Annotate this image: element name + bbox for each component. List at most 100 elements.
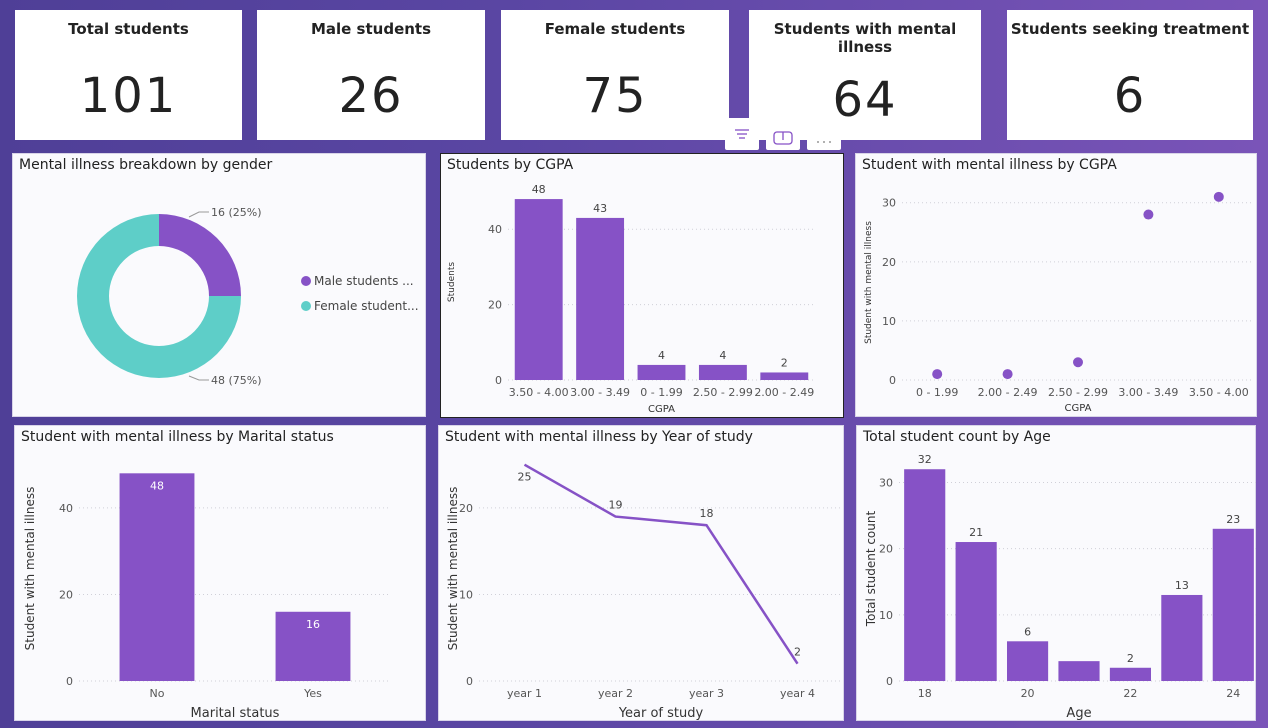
line-chart-panel-year[interactable]: Student with mental illness by Year of s… xyxy=(438,425,844,721)
focus-mode-button[interactable] xyxy=(766,118,800,150)
y-tick-label: 40 xyxy=(59,502,73,515)
data-label: 2 xyxy=(1127,652,1134,665)
x-axis-label: CGPA xyxy=(648,404,675,415)
x-tick-label: 0 - 1.99 xyxy=(640,386,682,399)
x-axis-label: Age xyxy=(1066,706,1091,721)
data-label: 2 xyxy=(781,356,788,369)
x-tick-label: year 4 xyxy=(780,687,815,700)
x-axis-label: CGPA xyxy=(1065,403,1092,414)
bar xyxy=(119,473,195,681)
kpi-card-total-students[interactable]: Total students 101 xyxy=(15,10,242,140)
more-options-button[interactable] xyxy=(807,118,841,150)
kpi-value: 75 xyxy=(582,68,648,124)
x-axis-label: Year of study xyxy=(618,706,704,721)
donut-chart: 16 (25%) 48 (75%) Male students ... Female … xyxy=(77,206,419,387)
kpi-label: Female students xyxy=(544,20,686,38)
bar xyxy=(698,364,747,380)
legend-label: Male students ... xyxy=(314,274,414,288)
x-tick-label: 22 xyxy=(1123,687,1137,700)
legend-marker xyxy=(301,301,311,311)
bar-chart: 0 10 20 30 Total student count Age 18 20 22 24 32 2… xyxy=(864,453,1257,721)
x-tick-label: 3.50 - 4.00 xyxy=(1189,386,1249,399)
data-label: 4 xyxy=(719,349,726,362)
series-line xyxy=(523,463,799,665)
scatter-point xyxy=(932,369,943,380)
data-label: 16 xyxy=(306,618,320,631)
x-tick-label: 18 xyxy=(918,687,932,700)
bar xyxy=(904,469,946,681)
x-tick-label: 20 xyxy=(1021,687,1035,700)
x-tick-label: 2.50 - 2.99 xyxy=(693,386,753,399)
data-label: 4 xyxy=(658,349,665,362)
bar xyxy=(1212,528,1254,681)
bar xyxy=(1161,594,1203,681)
donut-slice xyxy=(159,214,241,296)
y-tick-label: 20 xyxy=(882,256,896,269)
kpi-value: 26 xyxy=(338,68,404,124)
data-label: 43 xyxy=(593,202,607,215)
y-tick-label: 20 xyxy=(459,502,473,515)
filter-icon-button[interactable] xyxy=(725,118,759,150)
line-chart: 0 10 20Student with mental illness Year of … xyxy=(446,463,843,721)
bar xyxy=(637,364,686,380)
y-tick-label: 10 xyxy=(879,609,893,622)
bar-chart: 0 20 40 Students CGPA 3.50 - 4.00 3.00 - 3.49 0… xyxy=(447,183,815,415)
x-tick-label: 24 xyxy=(1226,687,1240,700)
data-label: 48 (75%) xyxy=(211,374,262,387)
scatter-point xyxy=(1143,209,1154,220)
x-tick-label: 3.00 - 3.49 xyxy=(1118,386,1178,399)
kpi-label: Students seeking treatment xyxy=(1010,20,1250,38)
y-tick-label: 0 xyxy=(495,374,502,387)
legend-marker xyxy=(301,276,311,286)
data-label: 48 xyxy=(532,183,546,196)
y-tick-label: 30 xyxy=(882,197,896,210)
kpi-value: 101 xyxy=(79,68,178,124)
kpi-label: Total students xyxy=(68,20,189,38)
leader-line xyxy=(188,211,209,218)
y-tick-label: 20 xyxy=(59,588,73,601)
bar-chart-panel-cgpa[interactable]: Students by CGPA 0 20 40 Students CGPA 3.50 -… xyxy=(440,153,844,418)
x-axis-label: Marital status xyxy=(191,706,280,721)
scatter-point xyxy=(1213,191,1224,202)
y-tick-label: 10 xyxy=(882,315,896,328)
scatter-chart-panel[interactable]: Student with mental illness by CGPA 0 10 2… xyxy=(855,153,1257,417)
focus-mode-icon xyxy=(773,131,793,145)
data-label: 19 xyxy=(609,499,623,512)
y-axis-label: Student with mental illness xyxy=(446,487,460,651)
data-label: 16 (25%) xyxy=(211,206,262,219)
x-tick-label: 3.50 - 4.00 xyxy=(509,386,569,399)
x-tick-label: 2.00 - 2.49 xyxy=(978,386,1038,399)
donut-chart-panel[interactable]: Mental illness breakdown by gender 16 (2… xyxy=(12,153,426,417)
bar xyxy=(1109,667,1151,681)
kpi-card-male-students[interactable]: Male students 26 xyxy=(257,10,485,140)
bar-chart-panel-marital[interactable]: Student with mental illness by Marital s… xyxy=(14,425,426,721)
more-options-icon xyxy=(817,141,831,143)
data-label: 25 xyxy=(518,471,532,484)
kpi-card-female-students[interactable]: Female students 75 xyxy=(501,10,729,140)
y-tick-label: 0 xyxy=(66,675,73,688)
bar xyxy=(514,199,563,380)
bar-chart-panel-age[interactable]: Total student count by Age 0 10 20 30 Total … xyxy=(856,425,1257,721)
data-label: 2 xyxy=(794,646,801,659)
y-tick-label: 20 xyxy=(879,543,893,556)
legend-label: Female student... xyxy=(314,299,419,313)
y-axis-label: Student with mental illness xyxy=(864,221,874,344)
y-tick-label: 10 xyxy=(459,588,473,601)
scatter-point xyxy=(1073,357,1083,368)
x-tick-label: year 1 xyxy=(507,687,542,700)
y-tick-label: 40 xyxy=(488,223,502,236)
data-label: 23 xyxy=(1226,513,1240,526)
x-tick-label: Yes xyxy=(303,687,322,700)
x-tick-label: No xyxy=(150,687,165,700)
y-tick-label: 0 xyxy=(886,675,893,688)
scatter-point xyxy=(1002,369,1013,380)
bar xyxy=(576,217,625,380)
kpi-label: Students with mental illness xyxy=(773,20,957,56)
data-label: 32 xyxy=(918,453,932,466)
bar xyxy=(955,542,997,681)
x-tick-label: 2.50 - 2.99 xyxy=(1048,386,1108,399)
kpi-card-seeking-treatment[interactable]: Students seeking treatment 6 xyxy=(1007,10,1253,140)
data-label: 48 xyxy=(150,479,164,492)
y-axis-label: Students xyxy=(447,262,457,302)
y-tick-label: 20 xyxy=(488,299,502,312)
